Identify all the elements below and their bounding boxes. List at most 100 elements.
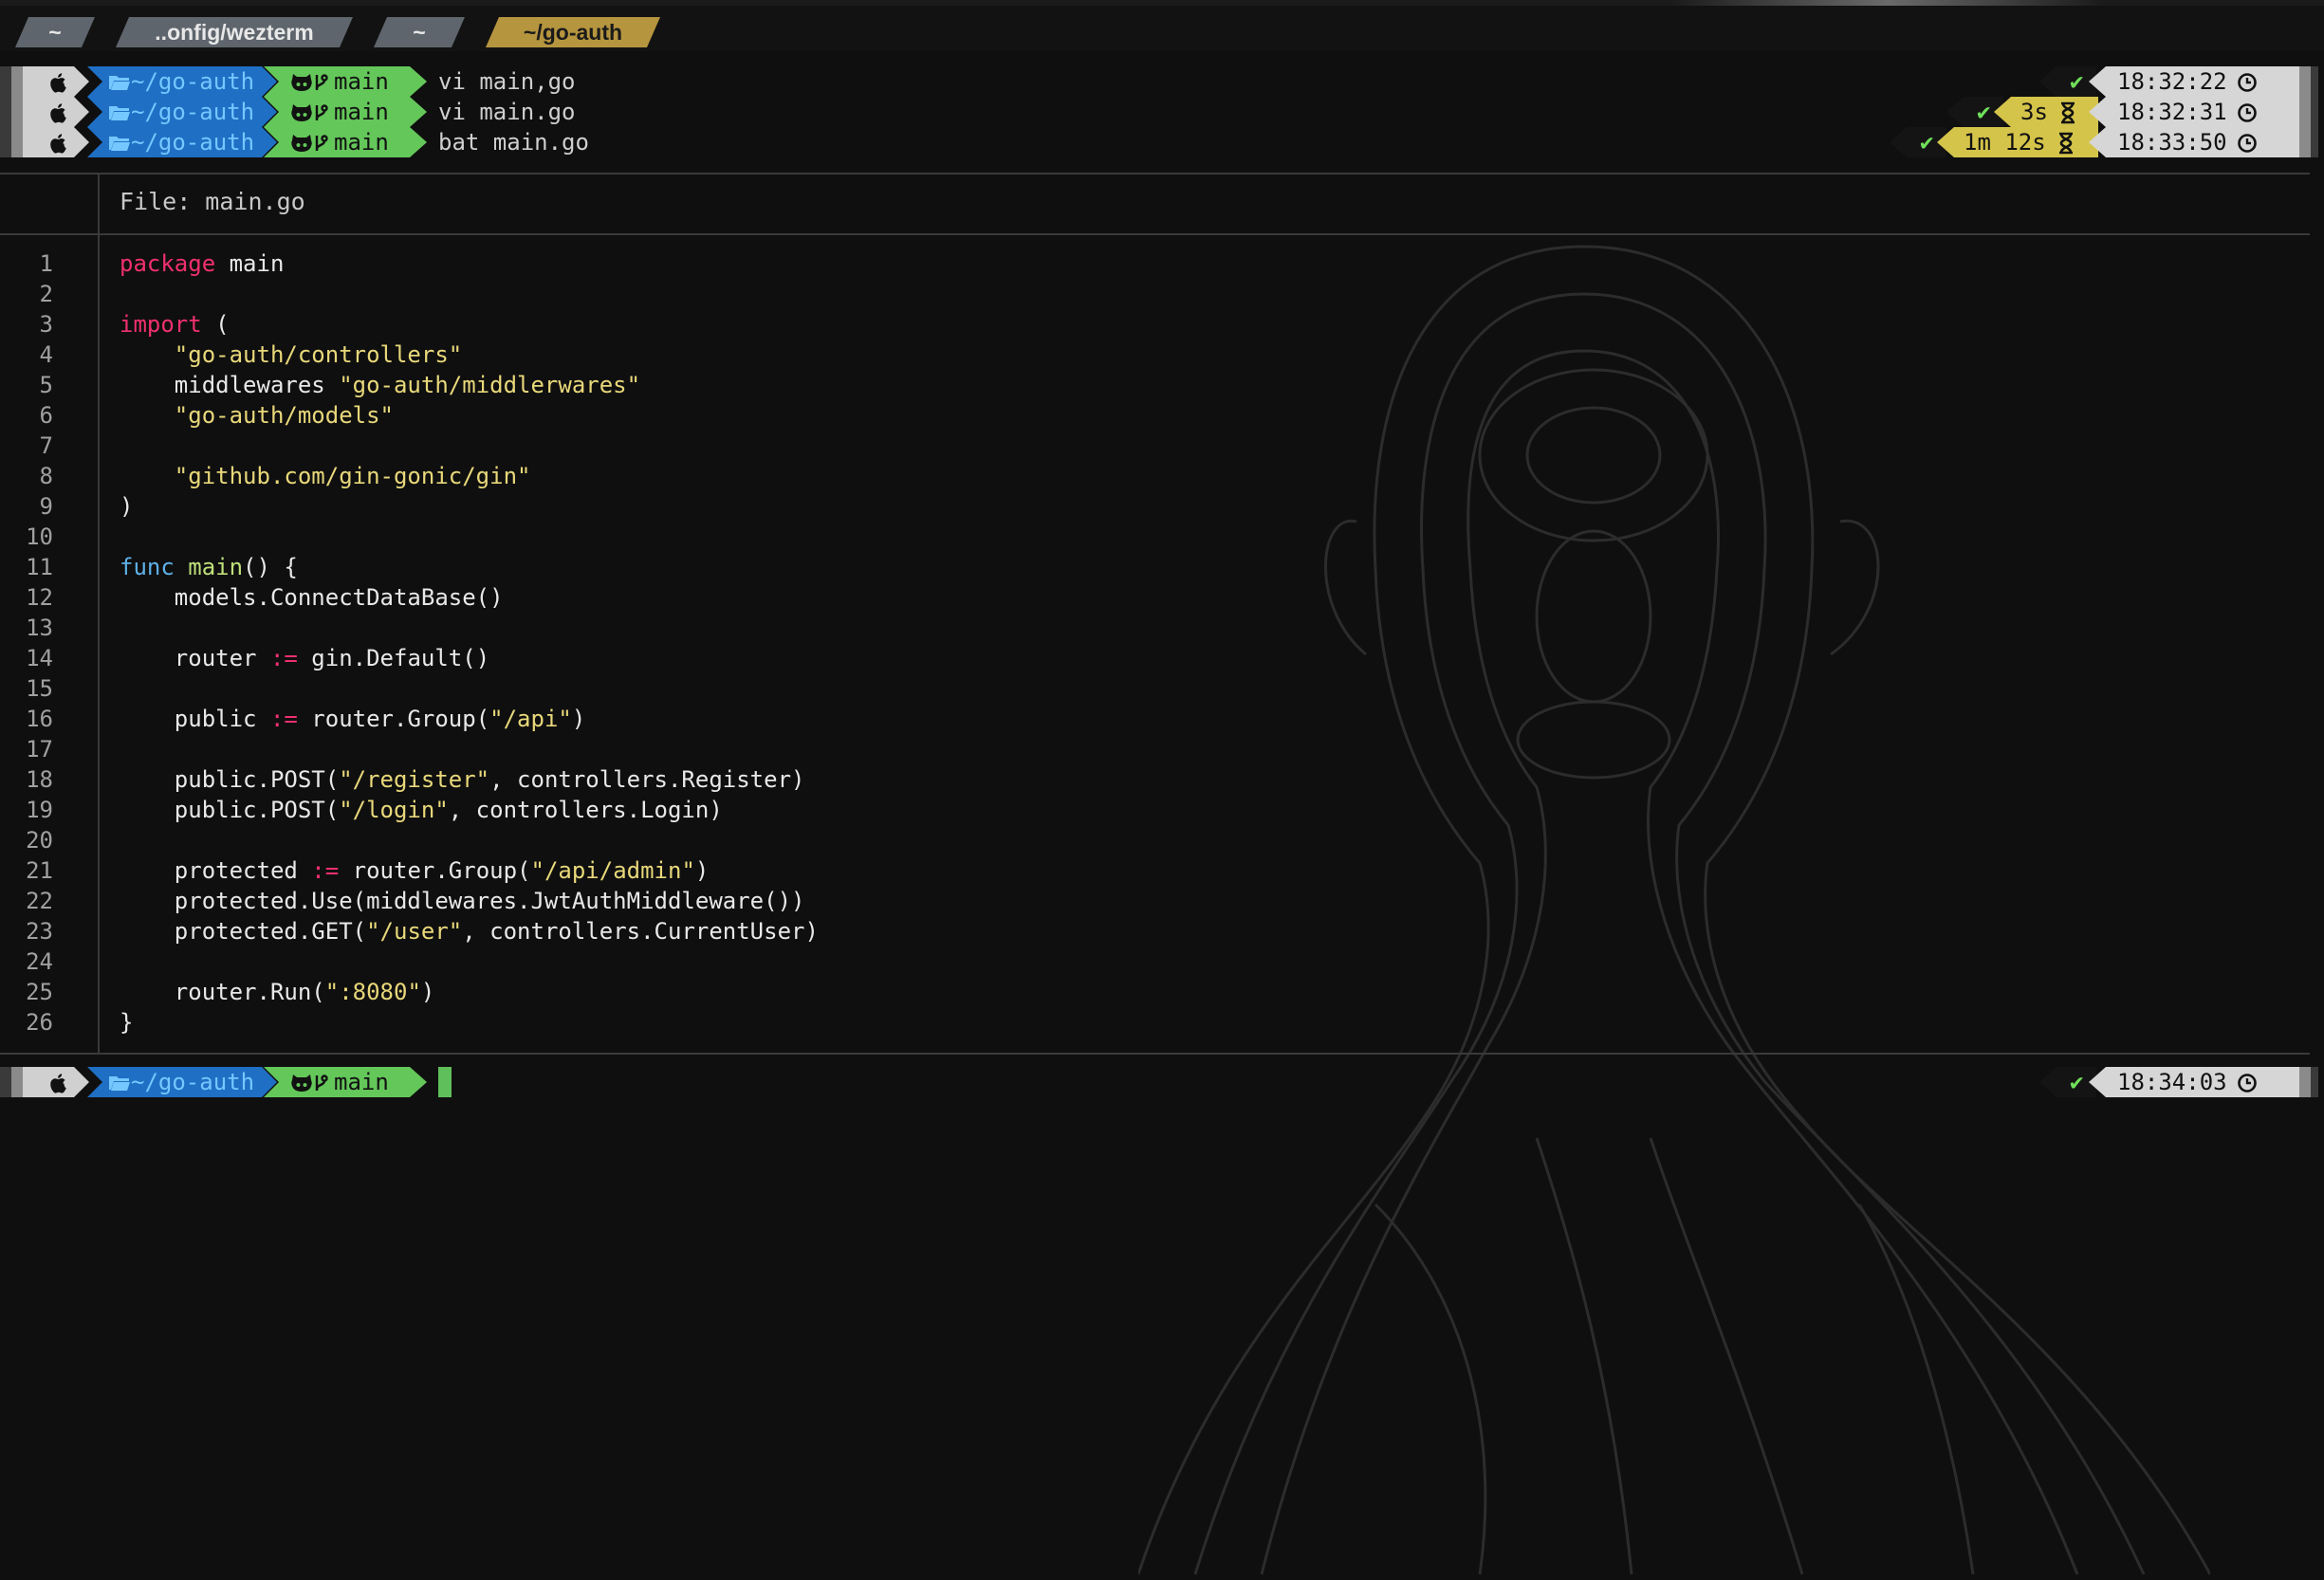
branch-icon: [313, 68, 328, 95]
history-prompt-row: ~/go-auth main bat main.go ✔ 1m 12s 18:33:50: [0, 127, 2324, 157]
code-token: router.Group(: [297, 706, 490, 732]
time-label: 18:33:50: [2117, 129, 2227, 156]
command-text[interactable]: vi main,go: [438, 66, 576, 97]
line-number: 19: [26, 797, 53, 823]
time-segment: 18:34:03: [2089, 1067, 2299, 1097]
line-number: 1: [39, 250, 53, 277]
line-number: 22: [26, 888, 53, 914]
line-number: 15: [26, 675, 53, 702]
code-line: public.POST("/login", controllers.Login): [120, 795, 819, 825]
terminal-cursor[interactable]: [438, 1067, 452, 1097]
github-icon: [290, 1069, 313, 1095]
line-number-gutter: 1 2 3 4 5 6 7 8 9 10 11 12 13 14 15 16 17 18 19 20 21 22 23 24 2…: [0, 248, 53, 1038]
line-number: 12: [26, 584, 53, 611]
code-token: main: [215, 250, 285, 277]
code-token: protected.Use(middlewares.JwtAuthMiddlew…: [120, 888, 805, 914]
branch-icon: [313, 129, 328, 156]
history-prompt-row: ~/go-auth main vi main,go ✔ 18:32:22: [0, 66, 2324, 97]
line-number: 25: [26, 979, 53, 1005]
code-line: ): [120, 491, 819, 522]
time-label: 18:32:31: [2117, 99, 2227, 125]
line-number: 8: [39, 463, 53, 489]
code-line: public := router.Group("/api"): [120, 704, 819, 734]
hourglass-icon: [2059, 99, 2076, 125]
line-number: 11: [26, 554, 53, 580]
code-line: public.POST("/register", controllers.Reg…: [120, 764, 819, 795]
line-number: 2: [39, 281, 53, 307]
code-token: :=: [311, 857, 340, 884]
code-token: ): [120, 493, 134, 520]
directory-segment: ~/go-auth: [87, 127, 277, 157]
apple-icon: [49, 99, 68, 125]
line-number: 5: [39, 372, 53, 398]
viewer-header-rule: [0, 233, 2310, 235]
code-token: main: [188, 554, 244, 580]
viewer-bottom-rule: [0, 1053, 2310, 1055]
code-token: "go-auth/middlerwares": [339, 372, 641, 398]
tab-home[interactable]: ~: [15, 17, 95, 47]
command-text[interactable]: vi main.go: [438, 97, 576, 127]
tab-wezterm-config[interactable]: ..onfig/wezterm: [116, 17, 353, 47]
code-token: "/user": [366, 918, 463, 945]
branch-icon: [313, 99, 328, 125]
apple-icon: [49, 129, 68, 156]
branch-icon: [313, 1069, 328, 1095]
code-line: "go-auth/models": [120, 400, 819, 431]
directory-segment: ~/go-auth: [87, 66, 277, 97]
duration-label: 1m 12s: [1964, 129, 2046, 156]
line-number: 14: [26, 645, 53, 671]
code-token: models.ConnectDataBase(): [120, 584, 504, 611]
directory-label: ~/go-auth: [131, 129, 255, 156]
line-number: 21: [26, 857, 53, 884]
github-icon: [290, 99, 313, 125]
code-line: package main: [120, 248, 819, 279]
git-segment: main: [264, 66, 427, 97]
tab-bar-topline: [0, 0, 2324, 6]
github-icon: [290, 68, 313, 95]
code-token: middlewares: [120, 372, 340, 398]
status-check: ✔: [2070, 1069, 2084, 1095]
command-text[interactable]: bat main.go: [438, 127, 589, 157]
code-token: "/register": [339, 766, 490, 793]
code-token: (: [201, 311, 230, 338]
branch-label: main: [334, 1069, 389, 1095]
duration-segment: 1m 12s: [1937, 127, 2098, 157]
duration-label: 3s: [2020, 99, 2048, 125]
github-icon: [290, 129, 313, 156]
line-number: 10: [26, 524, 53, 550]
line-number: 20: [26, 827, 53, 854]
status-check: ✔: [1977, 99, 1991, 125]
directory-label: ~/go-auth: [131, 99, 255, 125]
hourglass-icon: [2057, 129, 2075, 156]
directory-segment: ~/go-auth: [87, 97, 277, 127]
time-label: 18:34:03: [2117, 1069, 2227, 1095]
os-segment: [23, 127, 89, 157]
code-line: router.Run(":8080"): [120, 977, 819, 1007]
tab-home-2[interactable]: ~: [374, 17, 465, 47]
line-number: 17: [26, 736, 53, 762]
branch-label: main: [334, 68, 389, 95]
code-line: "github.com/gin-gonic/gin": [120, 461, 819, 491]
git-segment: main: [264, 127, 427, 157]
status-segment: ✔: [2039, 1067, 2096, 1097]
viewer-gutter-rule: [98, 175, 100, 1053]
code-token: , controllers.Register): [489, 766, 805, 793]
directory-segment: ~/go-auth: [87, 1067, 277, 1097]
code-token: router.Group(: [339, 857, 531, 884]
code-token: protected.GET(: [120, 918, 367, 945]
code-token: () {: [243, 554, 298, 580]
line-number: 13: [26, 615, 53, 641]
line-number: 24: [26, 948, 53, 975]
current-prompt: ~/go-auth main ✔ 18:34:03: [0, 1067, 2324, 1097]
tab-go-auth[interactable]: ~/go-auth: [486, 17, 660, 47]
code-token: protected: [120, 857, 312, 884]
line-number: 6: [39, 402, 53, 429]
branch-label: main: [334, 99, 389, 125]
